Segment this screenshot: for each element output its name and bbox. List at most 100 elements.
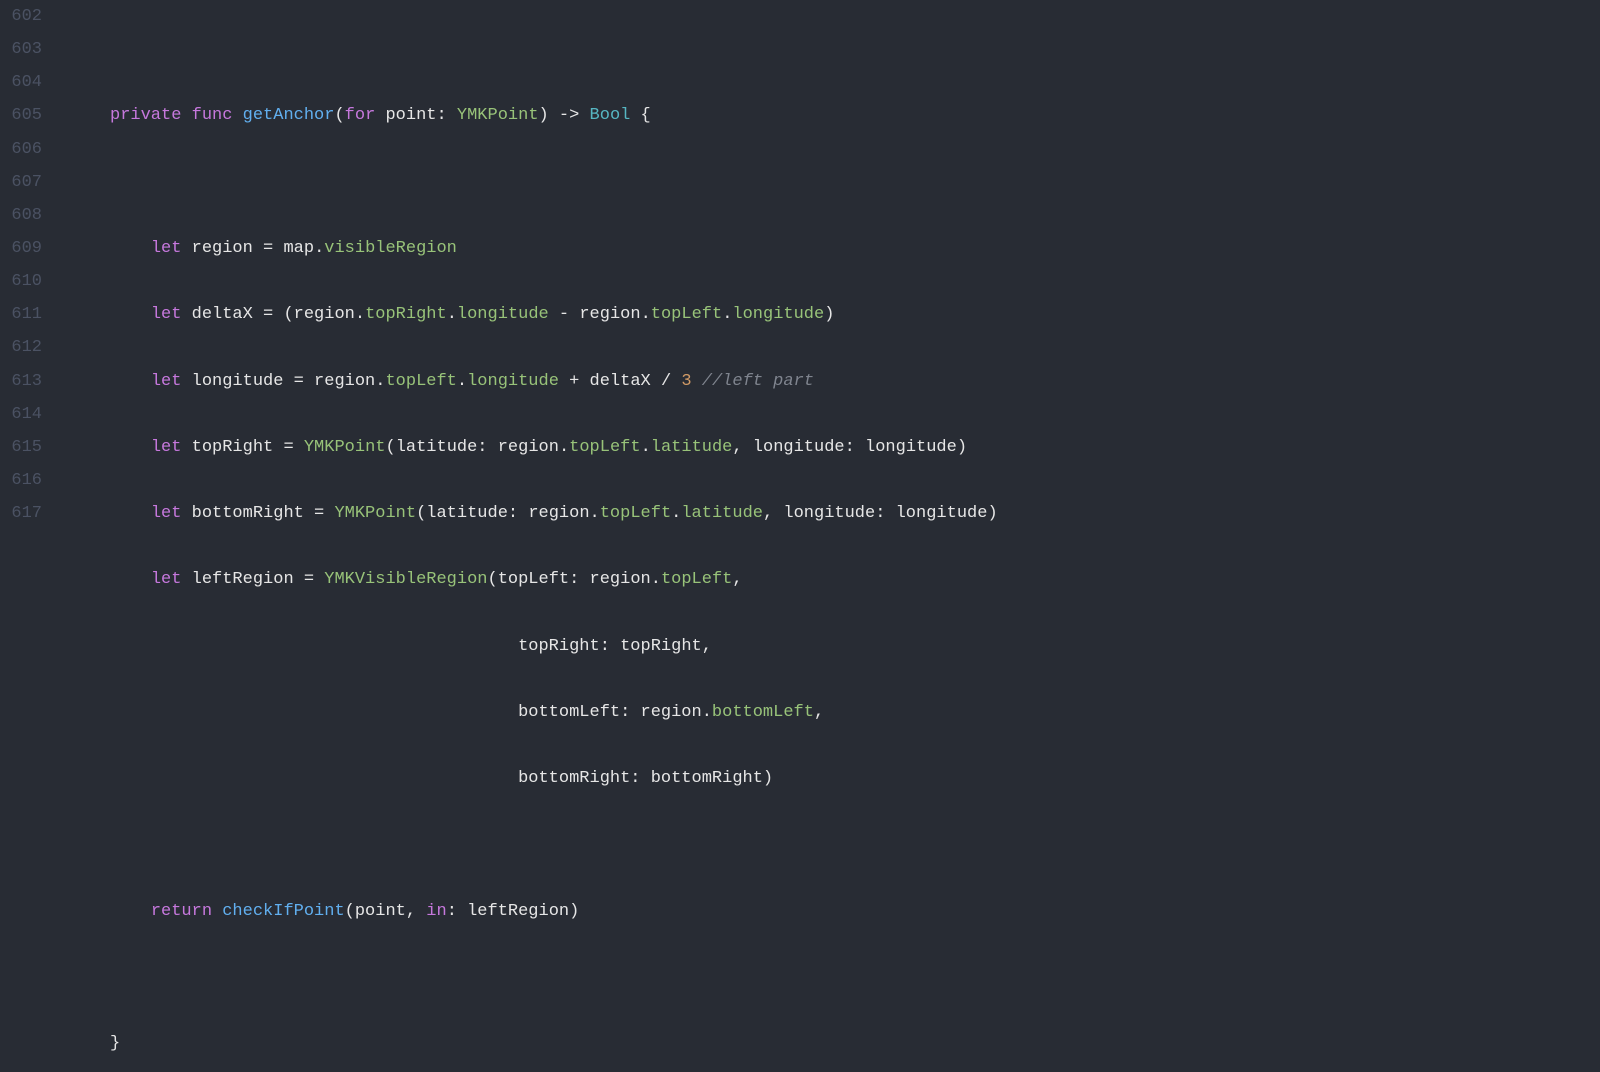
line-number: 617 — [0, 497, 42, 530]
comment: //left part — [702, 372, 814, 391]
line-number: 603 — [0, 33, 42, 66]
arg-label: longitude: — [783, 504, 895, 523]
identifier: longitude — [865, 438, 957, 457]
property: longitude — [732, 305, 824, 324]
var-name: deltaX — [181, 305, 263, 324]
identifier: bottomRight — [651, 769, 763, 788]
line-number: 616 — [0, 464, 42, 497]
identifier: region — [590, 570, 651, 589]
arg-label: bottomLeft: — [518, 703, 640, 722]
code-line — [110, 166, 1600, 199]
param-name: point — [375, 106, 436, 125]
equals: = — [283, 438, 303, 457]
code-line: return checkIfPoint(point, in: leftRegio… — [110, 895, 1600, 928]
code-line: let deltaX = (region.topRight.longitude … — [110, 298, 1600, 331]
property: longitude — [457, 305, 549, 324]
keyword-let: let — [151, 570, 182, 589]
line-number: 615 — [0, 431, 42, 464]
code-line: let leftRegion = YMKVisibleRegion(topLef… — [110, 563, 1600, 596]
code-line: topRight: topRight, — [110, 630, 1600, 663]
keyword-private: private — [110, 106, 181, 125]
property: bottomLeft — [712, 703, 814, 722]
identifier: region — [498, 438, 559, 457]
code-line: let region = map.visibleRegion — [110, 232, 1600, 265]
property: latitude — [651, 438, 733, 457]
identifier: region — [641, 703, 702, 722]
line-number: 614 — [0, 398, 42, 431]
code-line: let topRight = YMKPoint(latitude: region… — [110, 431, 1600, 464]
var-name: region — [181, 239, 263, 258]
code-area[interactable]: private func getAnchor(for point: YMKPoi… — [60, 0, 1600, 536]
code-line: let longitude = region.topLeft.longitude… — [110, 365, 1600, 398]
line-number: 609 — [0, 232, 42, 265]
line-number: 606 — [0, 133, 42, 166]
keyword-let: let — [151, 438, 182, 457]
var-name: leftRegion — [181, 570, 303, 589]
brace-open: { — [630, 106, 650, 125]
identifier: region — [314, 372, 375, 391]
property: topLeft — [385, 372, 456, 391]
arrow: -> — [549, 106, 590, 125]
keyword-let: let — [151, 239, 182, 258]
equals: = — [304, 570, 324, 589]
arg-label: topRight: — [518, 637, 620, 656]
identifier: deltaX — [590, 372, 651, 391]
arg-label: latitude: — [426, 504, 528, 523]
property: longitude — [467, 372, 559, 391]
keyword-in: in — [426, 902, 446, 921]
property: topLeft — [661, 570, 732, 589]
identifier: leftRegion — [467, 902, 569, 921]
var-name: bottomRight — [181, 504, 314, 523]
identifier: region — [528, 504, 589, 523]
type-name: YMKPoint — [334, 504, 416, 523]
dot: . — [314, 239, 324, 258]
property: topLeft — [600, 504, 671, 523]
var-name: topRight — [181, 438, 283, 457]
line-number-gutter: 602 603 604 605 606 607 608 609 610 611 … — [0, 0, 60, 536]
code-line: } — [110, 1027, 1600, 1060]
line-number: 604 — [0, 66, 42, 99]
divide: / — [651, 372, 682, 391]
code-line: let bottomRight = YMKPoint(latitude: reg… — [110, 497, 1600, 530]
arg-label: longitude: — [753, 438, 865, 457]
colon: : — [437, 106, 457, 125]
code-line: bottomLeft: region.bottomLeft, — [110, 696, 1600, 729]
type-name: YMKPoint — [457, 106, 539, 125]
identifier: longitude — [896, 504, 988, 523]
equals: = — [314, 504, 334, 523]
paren-close: ) — [539, 106, 549, 125]
arg-label: topLeft: — [498, 570, 590, 589]
code-editor[interactable]: 602 603 604 605 606 607 608 609 610 611 … — [0, 0, 1600, 536]
property: topLeft — [651, 305, 722, 324]
keyword-return: return — [151, 902, 212, 921]
type-name: YMKPoint — [304, 438, 386, 457]
function-name: getAnchor — [243, 106, 335, 125]
minus: - — [549, 305, 580, 324]
brace-close: } — [110, 1034, 120, 1053]
keyword-let: let — [151, 305, 182, 324]
line-number: 608 — [0, 199, 42, 232]
line-number: 612 — [0, 331, 42, 364]
paren-open: ( — [283, 305, 293, 324]
keyword-let: let — [151, 504, 182, 523]
property: topLeft — [569, 438, 640, 457]
var-name: longitude — [181, 372, 293, 391]
equals: = — [294, 372, 304, 391]
plus: + — [559, 372, 590, 391]
arg-label: bottomRight: — [518, 769, 651, 788]
line-number: 613 — [0, 365, 42, 398]
line-number: 611 — [0, 298, 42, 331]
identifier: topRight — [620, 637, 702, 656]
equals: = — [263, 239, 273, 258]
property: topRight — [365, 305, 447, 324]
code-line: bottomRight: bottomRight) — [110, 762, 1600, 795]
equals: = — [263, 305, 273, 324]
number-literal: 3 — [681, 372, 691, 391]
type-name: YMKVisibleRegion — [324, 570, 487, 589]
type-bool: Bool — [590, 106, 631, 125]
function-call: checkIfPoint — [222, 902, 344, 921]
identifier: map — [273, 239, 314, 258]
code-line — [110, 829, 1600, 862]
paren-close: ) — [824, 305, 834, 324]
paren-open: ( — [334, 106, 344, 125]
